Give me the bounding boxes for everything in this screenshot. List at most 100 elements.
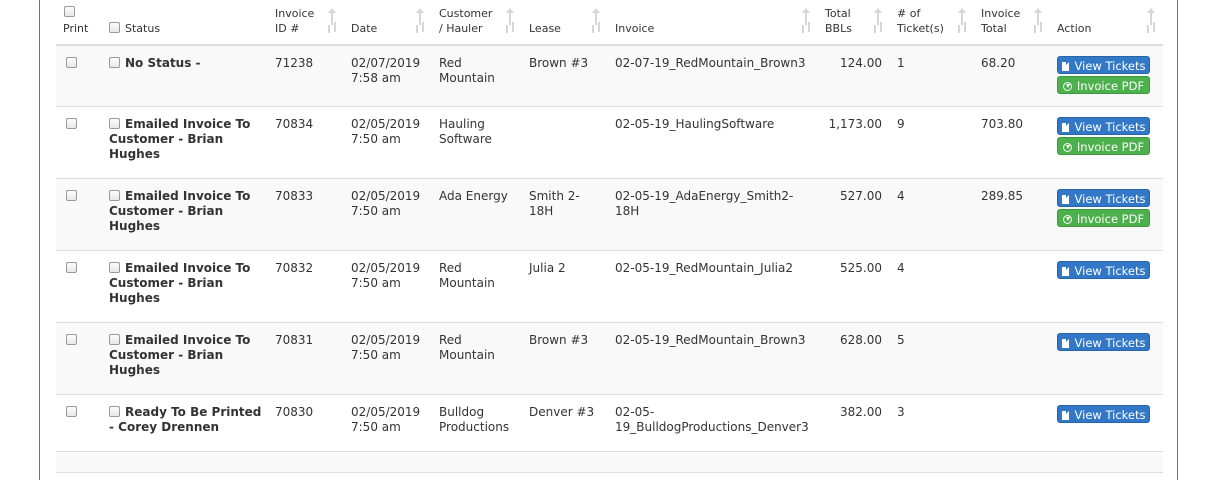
select-all-status-checkbox[interactable] xyxy=(109,22,120,33)
view-tickets-button[interactable]: View Tickets xyxy=(1057,261,1150,279)
customer-cell: Red Mountain xyxy=(432,45,522,107)
customer-cell: Red Mountain xyxy=(432,250,522,323)
sort-icon[interactable] xyxy=(414,8,426,38)
total-bbls: 1,173.00 xyxy=(818,106,890,179)
time: 7:50 am xyxy=(351,420,401,434)
view-tickets-button[interactable]: View Tickets xyxy=(1057,117,1150,135)
invoice-cell xyxy=(608,451,818,473)
header-lease[interactable]: Lease xyxy=(522,0,608,46)
print-checkbox[interactable] xyxy=(66,118,77,129)
view-tickets-button[interactable]: View Tickets xyxy=(1057,189,1150,207)
date: 02/05/2019 xyxy=(351,189,421,203)
invoice-line1: 02-05-19_HaulingSoftware xyxy=(615,117,775,131)
date-cell: 02/05/2019 7:50 am xyxy=(344,250,432,323)
sort-icon[interactable] xyxy=(872,8,884,38)
invoice-cell: 02-07-19_RedMountain_Brown3 xyxy=(608,45,818,107)
print-checkbox[interactable] xyxy=(66,334,77,345)
header-date[interactable]: Date xyxy=(344,0,432,46)
customer-line2: Mountain xyxy=(439,276,495,290)
invoice-line1: 02-05-19_AdaEnergy_Smith2-18H xyxy=(615,189,794,218)
sort-icon[interactable] xyxy=(956,8,968,38)
download-icon xyxy=(1062,215,1072,224)
print-cell xyxy=(56,394,102,452)
sort-icon[interactable] xyxy=(326,8,338,38)
customer-line1: Hauling xyxy=(439,117,485,131)
customer-line1: Red xyxy=(439,261,462,275)
lease-cell: Smith 2- 18H xyxy=(522,178,608,251)
status-cell: Emailed Invoice To Customer - Brian Hugh… xyxy=(102,178,268,251)
view-tickets-button[interactable]: View Tickets xyxy=(1057,333,1150,351)
header-invoice[interactable]: Invoice xyxy=(608,0,818,46)
lease-cell xyxy=(522,106,608,179)
ticket-count: 4 xyxy=(890,250,974,323)
sort-icon[interactable] xyxy=(504,8,516,38)
header-invoice-label: Invoice xyxy=(615,22,655,35)
header-tickets[interactable]: # of Ticket(s) xyxy=(890,0,974,46)
invoice-pdf-button[interactable]: Invoice PDF xyxy=(1057,209,1150,227)
header-customer[interactable]: Customer / Hauler xyxy=(432,0,522,46)
print-cell xyxy=(56,178,102,251)
header-invoice-id[interactable]: Invoice ID # xyxy=(268,0,344,46)
sort-icon[interactable] xyxy=(1145,8,1157,38)
status-cell: Emailed Invoice To Customer - Brian Hugh… xyxy=(102,322,268,395)
view-tickets-button[interactable]: View Tickets xyxy=(1057,405,1150,423)
status-checkbox[interactable] xyxy=(109,406,120,417)
file-icon xyxy=(1061,339,1069,348)
date: 02/05/2019 xyxy=(351,333,421,347)
date: 02/05/2019 xyxy=(351,405,421,419)
customer-cell: Bulldog Productions xyxy=(432,394,522,452)
table-row: No Status - 71238 02/07/2019 7:58 am Red M… xyxy=(56,45,1163,107)
print-cell xyxy=(56,322,102,395)
status-checkbox[interactable] xyxy=(109,57,120,68)
view-tickets-button[interactable]: View Tickets xyxy=(1057,56,1150,74)
invoice-id: 70831 xyxy=(268,322,344,395)
print-checkbox[interactable] xyxy=(66,262,77,273)
print-checkbox[interactable] xyxy=(66,190,77,201)
invoice-pdf-label: Invoice PDF xyxy=(1076,79,1145,93)
file-icon xyxy=(1061,267,1069,276)
status-text: Emailed Invoice To Customer - Brian Hugh… xyxy=(109,333,251,377)
header-invoice-total[interactable]: Invoice Total xyxy=(974,0,1050,46)
invoice-pdf-button[interactable]: Invoice PDF xyxy=(1057,76,1150,94)
view-tickets-label: View Tickets xyxy=(1074,120,1146,134)
header-date-label: Date xyxy=(351,22,378,35)
customer-line1: Bulldog xyxy=(439,405,485,419)
header-action[interactable]: Action xyxy=(1050,0,1163,46)
customer-cell xyxy=(432,451,522,473)
status-checkbox[interactable] xyxy=(109,118,120,129)
action-cell: View Tickets xyxy=(1050,250,1163,323)
customer-line2: Productions xyxy=(439,420,510,434)
lease-cell xyxy=(522,451,608,473)
invoice-cell: 02-05-19_RedMountain_Julia2 xyxy=(608,250,818,323)
invoice-line1: 02-07-19_RedMountain_Brown3 xyxy=(615,56,806,70)
sort-icon[interactable] xyxy=(1032,8,1044,38)
date-cell: 02/05/2019 7:50 am xyxy=(344,394,432,452)
status-checkbox[interactable] xyxy=(109,334,120,345)
print-cell xyxy=(56,45,102,107)
sort-icon[interactable] xyxy=(800,8,812,38)
total-bbls xyxy=(818,451,890,473)
status-checkbox[interactable] xyxy=(109,190,120,201)
status-cell: Emailed Invoice To Customer - Brian Hugh… xyxy=(102,250,268,323)
table-row: Emailed Invoice To Customer - Brian Hugh… xyxy=(56,106,1163,179)
print-checkbox[interactable] xyxy=(66,57,77,68)
print-checkbox[interactable] xyxy=(66,406,77,417)
status-cell xyxy=(102,451,268,473)
select-all-print-checkbox[interactable] xyxy=(64,6,75,17)
status-checkbox[interactable] xyxy=(109,262,120,273)
header-total-bbls[interactable]: Total BBLs xyxy=(818,0,890,46)
lease-line2: 18H xyxy=(529,204,554,218)
status-cell: No Status - xyxy=(102,45,268,107)
ticket-count: 1 xyxy=(890,45,974,107)
sort-icon[interactable] xyxy=(590,8,602,38)
date: 02/05/2019 xyxy=(351,261,421,275)
view-tickets-label: View Tickets xyxy=(1074,336,1146,350)
invoice-line1: 02-05-19_RedMountain_Brown3 xyxy=(615,333,806,347)
header-status[interactable]: Status xyxy=(102,0,268,46)
invoice-pdf-button[interactable]: Invoice PDF xyxy=(1057,137,1150,155)
action-cell: View Tickets Invoice PDF xyxy=(1050,178,1163,251)
time: 7:50 am xyxy=(351,276,401,290)
customer-cell: Ada Energy xyxy=(432,178,522,251)
header-print-label: Print xyxy=(63,22,89,35)
invoice-panel: Print Status Invoice ID # Date Customer … xyxy=(39,0,1178,480)
